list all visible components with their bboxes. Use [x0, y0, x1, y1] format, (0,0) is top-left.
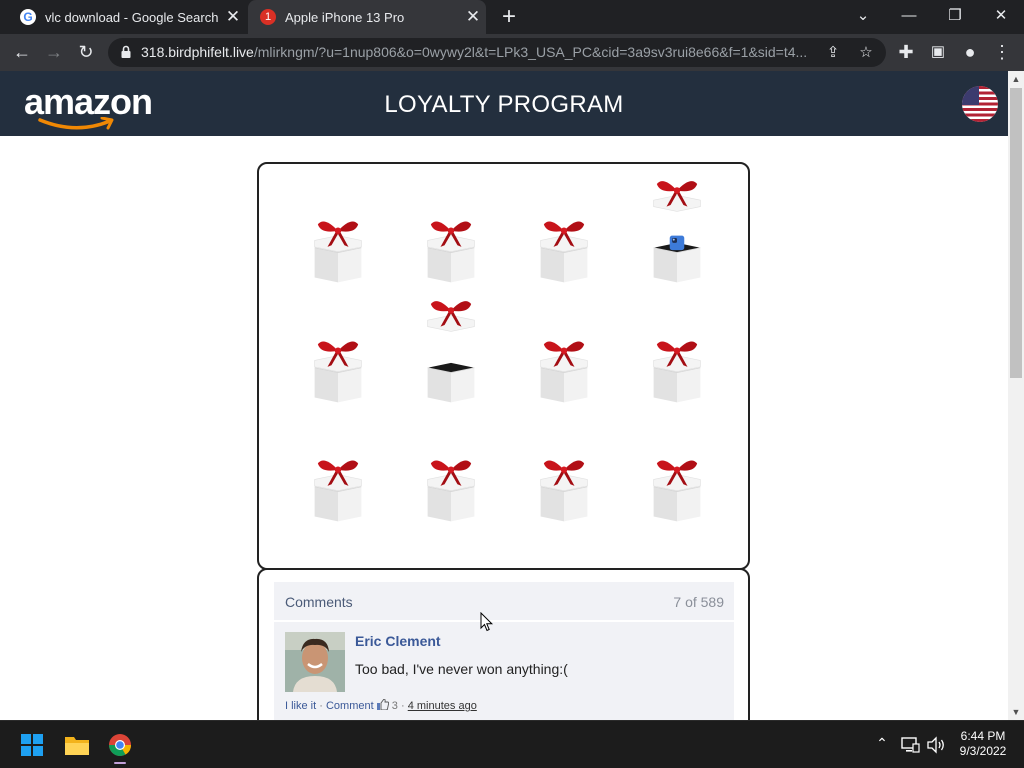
comment-item: Eric Clement Too bad, I've never won any…: [274, 624, 734, 720]
scroll-down-arrow-icon[interactable]: ▼: [1008, 704, 1024, 720]
us-flag-icon[interactable]: [962, 86, 998, 122]
gift-box-closed[interactable]: [529, 184, 599, 284]
tab-search-icon[interactable]: ⌄: [840, 0, 886, 34]
comments-label: Comments: [285, 594, 353, 610]
extensions-puzzle-icon[interactable]: ✚: [892, 38, 920, 66]
comments-header: Comments 7 of 589: [274, 582, 734, 622]
reload-button[interactable]: ↻: [72, 38, 100, 66]
browser-toolbar: ← → ↻ 318.birdphifelt.live/mlirkngm/?u=1…: [0, 34, 1024, 71]
gift-box-closed[interactable]: [303, 423, 373, 523]
tab-vlc-download[interactable]: G vlc download - Google Search ✕: [8, 0, 246, 34]
clock-date: 9/3/2022: [959, 744, 1007, 758]
comment-time[interactable]: 4 minutes ago: [408, 700, 477, 712]
gift-box-closed[interactable]: [416, 184, 486, 284]
profile-icon[interactable]: ●: [956, 38, 984, 66]
google-g-icon: G: [20, 9, 36, 25]
minimize-button[interactable]: —: [886, 0, 932, 34]
avatar: [285, 632, 345, 692]
site-header: amazon LOYALTY PROGRAM: [0, 71, 1008, 136]
volume-icon[interactable]: [926, 736, 946, 754]
network-icon[interactable]: [900, 736, 920, 754]
lock-icon[interactable]: [118, 44, 134, 60]
scroll-up-arrow-icon[interactable]: ▲: [1008, 71, 1024, 87]
windows-taskbar: ⌃ 6:44 PM 9/3/2022: [0, 720, 1024, 768]
gift-box-grid: [257, 162, 750, 570]
thumbs-up-icon: [376, 698, 389, 711]
gift-box-closed[interactable]: [303, 304, 373, 404]
address-bar[interactable]: 318.birdphifelt.live/mlirkngm/?u=1nup806…: [108, 38, 886, 67]
tab-strip: G vlc download - Google Search ✕ 1 Apple…: [0, 0, 1024, 34]
gift-box-closed[interactable]: [416, 423, 486, 523]
forward-button[interactable]: →: [40, 38, 68, 66]
chrome-icon[interactable]: [101, 726, 139, 764]
comments-panel: Comments 7 of 589 Eric Clement Too bad, …: [257, 568, 750, 720]
url-host: 318.birdphifelt.live: [141, 44, 254, 60]
notification-badge-icon: 1: [260, 9, 276, 25]
page-title: LOYALTY PROGRAM: [384, 91, 624, 118]
meta-separator: ·: [319, 700, 323, 712]
bookmark-star-icon[interactable]: ☆: [857, 44, 875, 62]
comments-count: 7 of 589: [673, 594, 724, 610]
new-tab-button[interactable]: +: [497, 2, 521, 32]
comment-author[interactable]: Eric Clement: [355, 633, 441, 649]
share-icon[interactable]: ⇪: [824, 44, 842, 62]
gift-box-closed[interactable]: [529, 423, 599, 523]
smile-arrow-icon: [38, 117, 114, 130]
close-window-button[interactable]: ✕: [978, 0, 1024, 34]
gift-box-opened-empty[interactable]: [416, 301, 486, 404]
comments-widget: Comments 7 of 589 Eric Clement Too bad, …: [274, 582, 734, 720]
windows-start-icon[interactable]: [13, 726, 51, 764]
file-explorer-icon[interactable]: [58, 726, 96, 764]
comment-meta: I like it · Comment 3 · 4 minutes ago: [285, 698, 477, 712]
url-path: /mlirkngm/?u=1nup806&o=0wywy2l&t=LPk3_US…: [253, 44, 808, 60]
tab-apple-iphone[interactable]: 1 Apple iPhone 13 Pro ✕: [248, 0, 486, 34]
scroll-thumb[interactable]: [1010, 88, 1022, 378]
gift-box-opened-phone[interactable]: [642, 181, 712, 284]
menu-kebab-icon[interactable]: ⋮: [988, 38, 1016, 66]
show-hidden-icons-icon[interactable]: ⌃: [872, 735, 892, 752]
gift-box-closed[interactable]: [642, 423, 712, 523]
side-panel-icon[interactable]: ▣: [924, 38, 952, 66]
tab-title: vlc download - Google Search: [45, 9, 219, 25]
close-tab-icon[interactable]: ✕: [460, 7, 486, 27]
gift-box-closed[interactable]: [529, 304, 599, 404]
comment-link[interactable]: Comment: [326, 700, 374, 712]
gift-box-closed[interactable]: [642, 304, 712, 404]
back-button[interactable]: ←: [8, 38, 36, 66]
mouse-cursor-icon: [480, 612, 494, 632]
tab-title: Apple iPhone 13 Pro: [285, 9, 405, 25]
clock-time: 6:44 PM: [960, 729, 1006, 743]
page-scrollbar[interactable]: ▲ ▼: [1008, 71, 1024, 720]
taskbar-clock[interactable]: 6:44 PM 9/3/2022: [950, 729, 1016, 759]
meta-separator: ·: [400, 700, 405, 712]
like-link[interactable]: I like it: [285, 700, 316, 712]
gift-box-closed[interactable]: [303, 184, 373, 284]
comment-text: Too bad, I've never won anything:(: [355, 661, 568, 677]
page-viewport: amazon LOYALTY PROGRAM Comments 7 of 589…: [0, 71, 1008, 720]
like-count: 3: [391, 700, 398, 712]
restore-button[interactable]: ❐: [932, 0, 978, 34]
url-text[interactable]: 318.birdphifelt.live/mlirkngm/?u=1nup806…: [141, 44, 821, 60]
close-tab-icon[interactable]: ✕: [220, 7, 246, 27]
